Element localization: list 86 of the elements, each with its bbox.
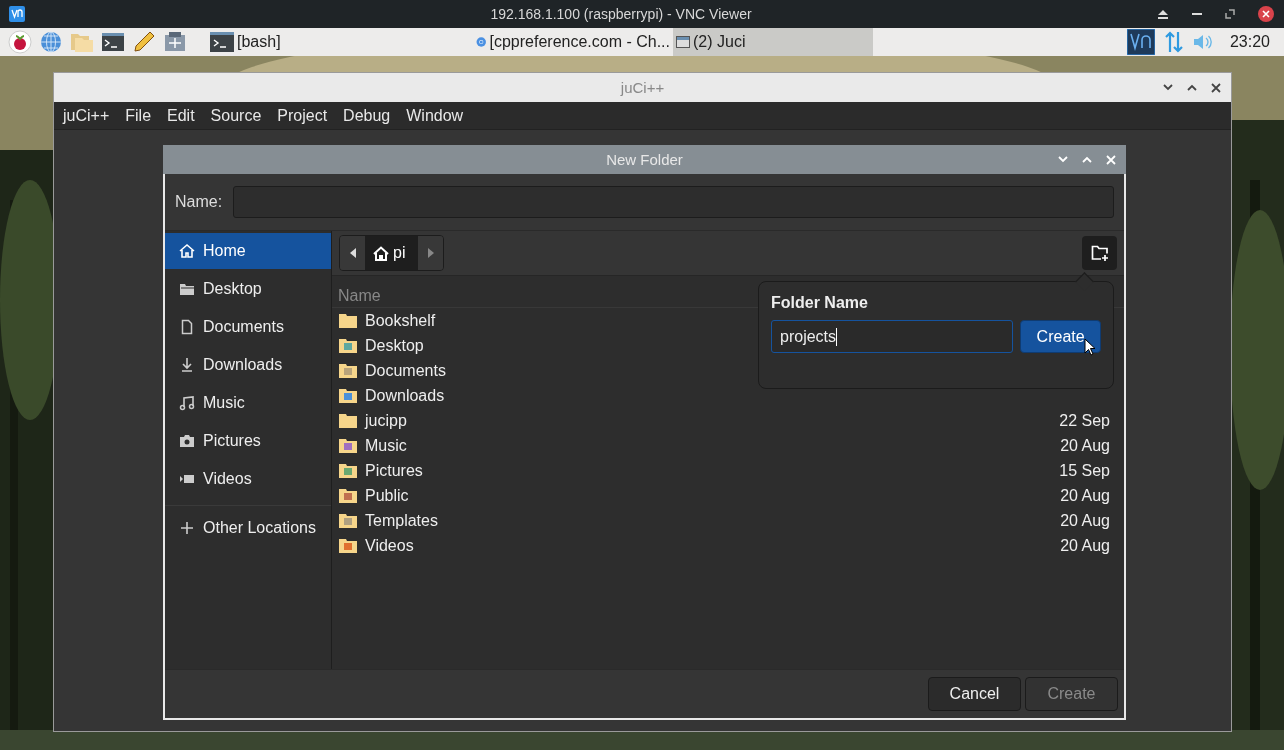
window-title: 192.168.1.100 (raspberrypi) - VNC Viewer xyxy=(489,6,753,22)
new-folder-button[interactable] xyxy=(1082,236,1117,270)
folder-icon xyxy=(179,281,195,297)
menu-item[interactable]: File xyxy=(117,106,160,125)
column-header[interactable]: Name xyxy=(332,286,381,305)
folder-icon xyxy=(339,513,357,528)
sidebar-item[interactable]: Other Locations xyxy=(165,510,331,546)
vnc-logo-icon xyxy=(9,6,25,22)
file-name[interactable]: jucipp xyxy=(365,411,407,430)
vnc-tray-icon[interactable] xyxy=(1126,29,1155,55)
window-icon xyxy=(676,36,690,48)
terminal-icon[interactable] xyxy=(101,30,125,54)
popover-title: Folder Name xyxy=(771,294,869,312)
file-name[interactable]: Documents xyxy=(365,361,446,380)
modified-date: 22 Sep xyxy=(1059,411,1110,430)
modified-date: 20 Aug xyxy=(1060,436,1110,455)
name-field[interactable] xyxy=(233,186,1114,218)
menu-item[interactable]: Edit xyxy=(159,106,203,125)
name-label: Name: xyxy=(175,193,223,211)
sidebar-item[interactable]: Desktop xyxy=(165,271,331,307)
folder-icon xyxy=(339,388,357,403)
sidebar-item[interactable]: Home xyxy=(165,233,331,269)
close-icon[interactable] xyxy=(1211,82,1221,93)
close-icon[interactable] xyxy=(1258,6,1274,22)
dialog-title: New Folder xyxy=(606,151,683,168)
restore-icon[interactable] xyxy=(1225,9,1235,19)
sidebar-item[interactable]: Videos xyxy=(165,461,331,497)
triangle-right-icon xyxy=(427,248,434,258)
download-icon xyxy=(179,357,195,373)
sidebar-item[interactable]: Downloads xyxy=(165,347,331,383)
clock[interactable]: 23:20 xyxy=(1229,33,1270,51)
home-icon xyxy=(373,245,389,261)
triangle-left-icon xyxy=(349,248,356,258)
minimize-icon[interactable] xyxy=(1163,84,1173,91)
home-icon xyxy=(179,243,195,259)
path-segment[interactable]: pi xyxy=(365,236,419,270)
music-note-icon xyxy=(179,395,195,411)
menu-item[interactable]: Debug xyxy=(335,106,399,125)
folder-icon xyxy=(339,338,357,353)
minimize-icon[interactable] xyxy=(1192,12,1202,16)
modified-date: 15 Sep xyxy=(1059,461,1110,480)
file-name[interactable]: Bookshelf xyxy=(365,311,436,330)
folder-icon xyxy=(339,363,357,378)
sidebar-item[interactable]: Pictures xyxy=(165,423,331,459)
toolbox-icon[interactable] xyxy=(163,30,187,54)
mouse-pointer-icon xyxy=(1084,338,1096,356)
file-name[interactable]: Desktop xyxy=(365,336,424,355)
plus-icon xyxy=(179,520,195,536)
file-name[interactable]: Downloads xyxy=(365,386,445,405)
sidebar-item[interactable]: Documents xyxy=(165,309,331,345)
folder-icon xyxy=(339,313,357,328)
new-folder-icon xyxy=(1090,245,1109,261)
folder-icon xyxy=(339,438,357,453)
file-name[interactable]: Templates xyxy=(365,511,438,530)
menu-item[interactable]: Project xyxy=(269,106,336,125)
taskbar-task[interactable]: [cppreference.com - Ch... xyxy=(473,28,673,56)
dialog-button[interactable]: Cancel xyxy=(928,677,1021,711)
eject-icon[interactable] xyxy=(1157,9,1169,19)
pencil-icon[interactable] xyxy=(132,30,156,54)
window-title: juCi++ xyxy=(620,79,665,96)
terminal-icon xyxy=(210,32,234,52)
menu-item[interactable]: Window xyxy=(398,106,472,125)
raspberry-icon[interactable] xyxy=(8,30,32,54)
network-arrows-icon[interactable] xyxy=(1163,31,1184,53)
create-button[interactable]: Create xyxy=(1020,320,1101,353)
document-icon xyxy=(179,319,195,335)
menu-item[interactable]: juCi++ xyxy=(55,106,118,125)
camera-icon xyxy=(179,433,195,449)
file-name[interactable]: Music xyxy=(365,436,407,455)
file-name[interactable]: Public xyxy=(365,486,409,505)
taskbar-task[interactable]: (2) Juci xyxy=(673,28,873,56)
folder-icon xyxy=(339,488,357,503)
file-name[interactable]: Pictures xyxy=(365,461,423,480)
modified-date: 20 Aug xyxy=(1060,511,1110,530)
globe-icon[interactable] xyxy=(39,30,63,54)
folder-name-field[interactable]: projects xyxy=(771,320,1014,353)
folder-icon xyxy=(339,413,357,428)
folder-icon xyxy=(339,538,357,553)
taskbar-task[interactable]: [bash] xyxy=(207,28,407,56)
modified-date: 20 Aug xyxy=(1060,486,1110,505)
modified-date: 20 Aug xyxy=(1060,536,1110,555)
maximize-icon[interactable] xyxy=(1187,84,1197,91)
sidebar-item[interactable]: Music xyxy=(165,385,331,421)
folder-icon xyxy=(339,463,357,478)
menu-item[interactable]: Source xyxy=(202,106,270,125)
file-name[interactable]: Videos xyxy=(365,536,414,555)
